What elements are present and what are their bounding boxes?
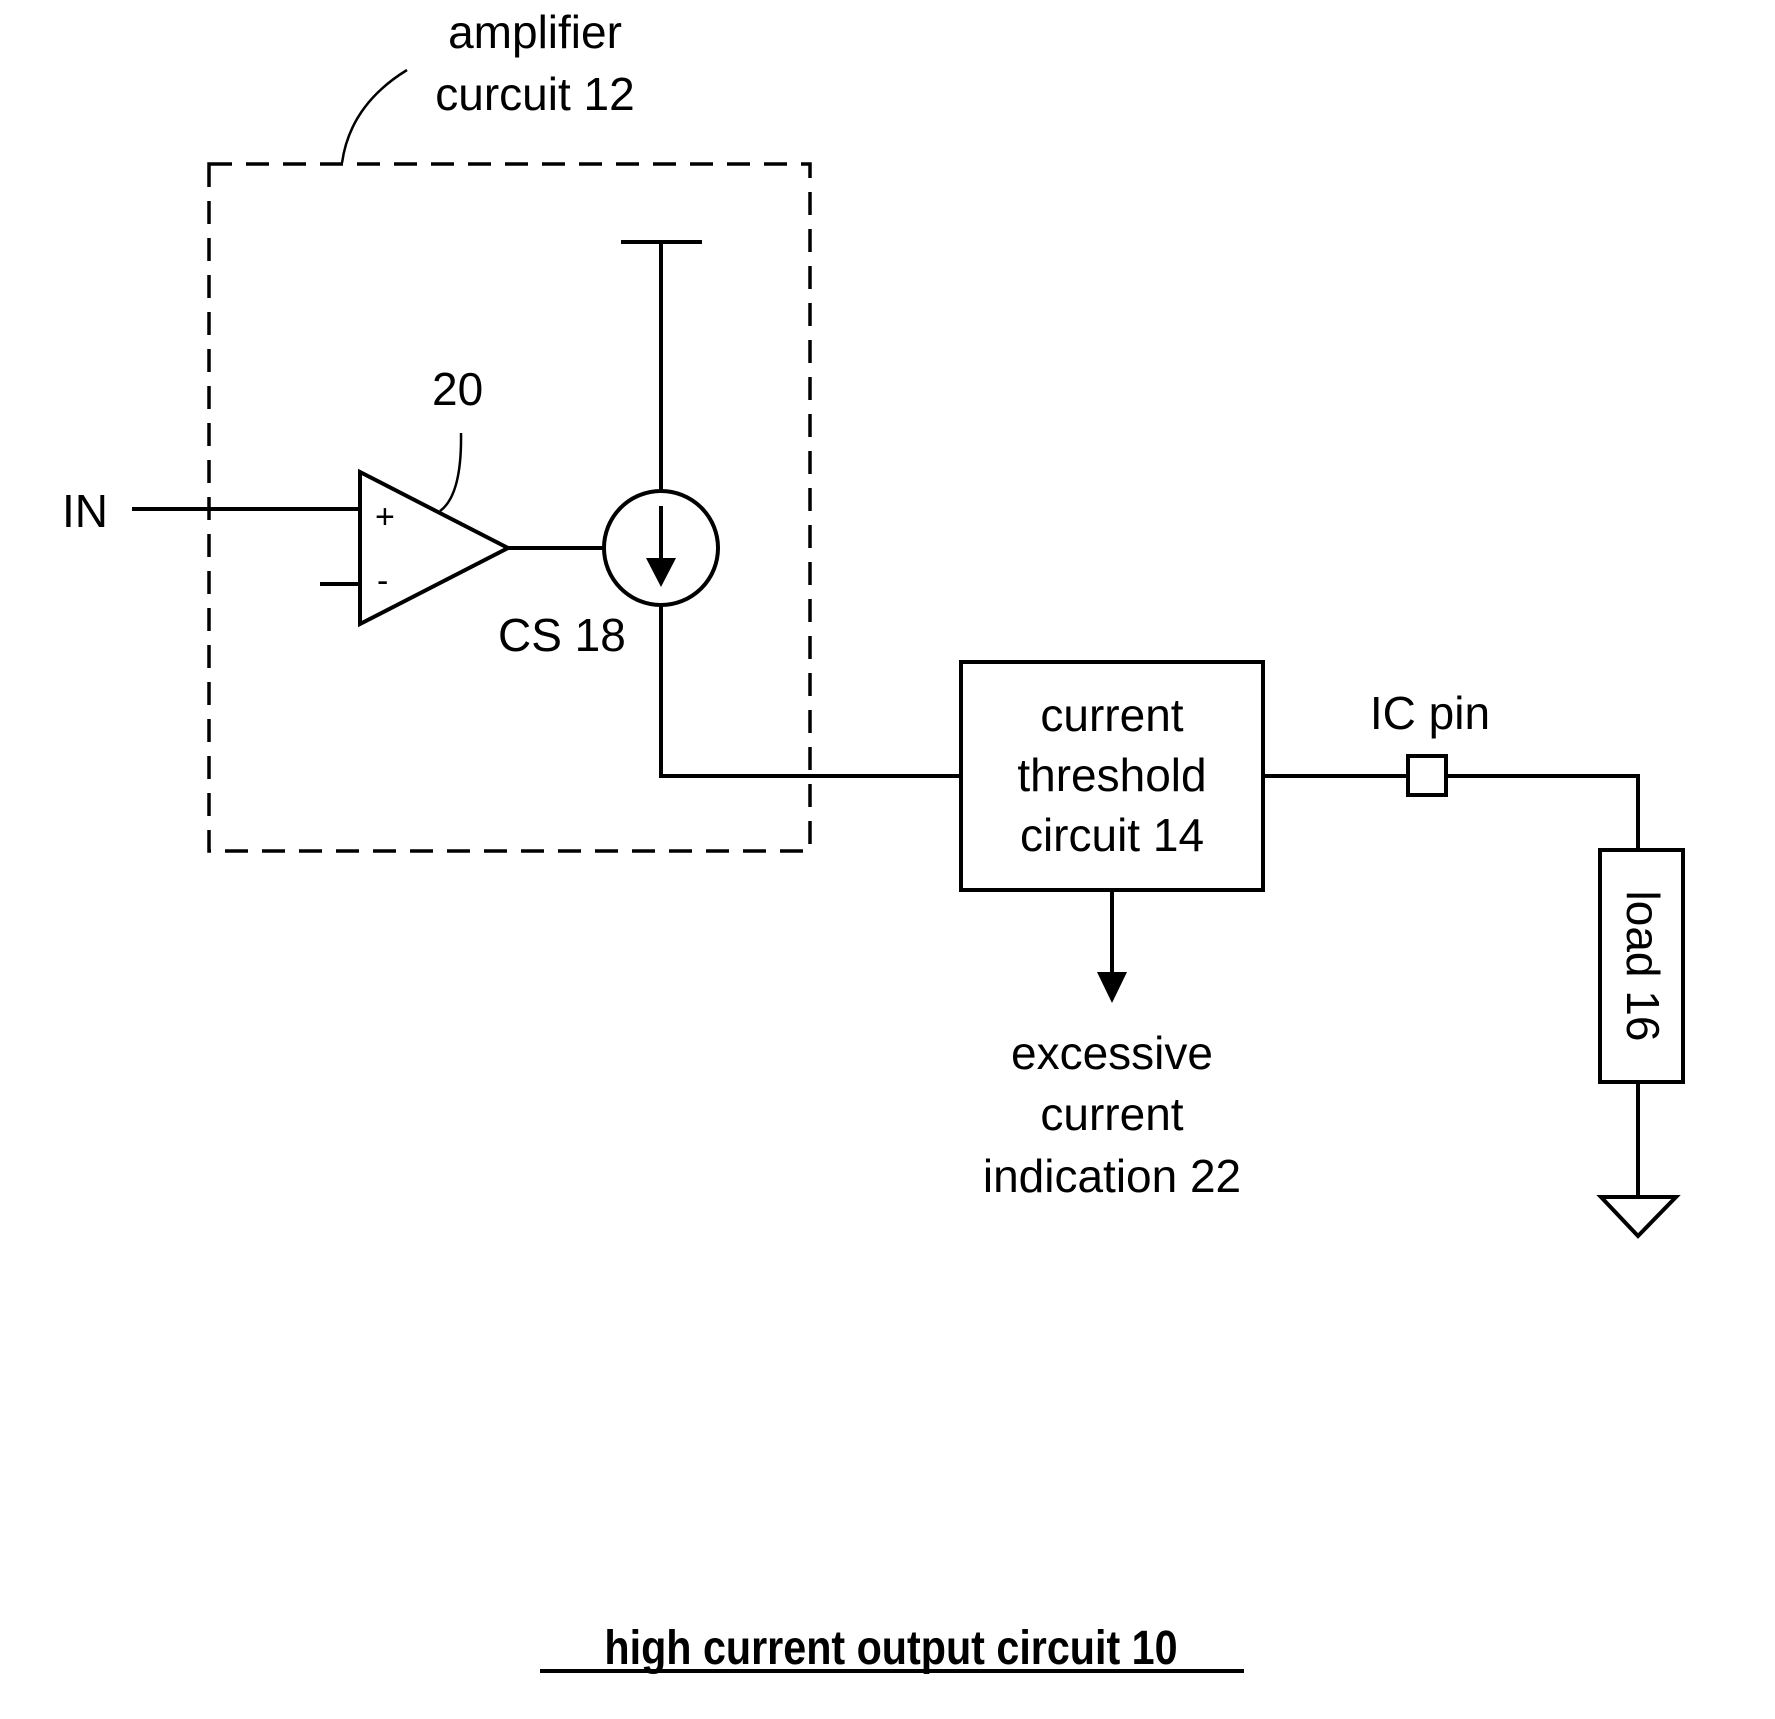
indication-label-line3: indication 22	[983, 1150, 1241, 1202]
op-amp-ref-label: 20	[432, 363, 483, 415]
ic-pin-label: IC pin	[1370, 687, 1490, 739]
op-amp-plus-sign: +	[375, 498, 395, 536]
op-amp-leader-line	[439, 432, 463, 513]
amplifier-label-line1: amplifier	[448, 6, 622, 58]
ic-pin-terminal	[1406, 754, 1448, 797]
load-label: load 16	[1617, 891, 1669, 1042]
pin-to-load-wire	[1444, 774, 1640, 852]
circuit-diagram: amplifier curcuit 12 IN + - 20 CS 18 cur…	[62, 6, 1685, 1675]
op-amp-minus-sign: -	[377, 562, 388, 600]
threshold-label-line3: circuit 14	[1020, 809, 1204, 861]
amplifier-label-line2: curcuit 12	[435, 68, 634, 120]
indication-arrow-head	[1097, 972, 1127, 1003]
threshold-label-line2: threshold	[1017, 749, 1206, 801]
indication-label-line1: excessive	[1011, 1027, 1213, 1079]
op-amp-symbol	[358, 468, 513, 628]
figure-title: high current output circuit 10	[604, 1621, 1177, 1675]
threshold-label-line1: current	[1040, 689, 1183, 741]
input-label: IN	[62, 485, 108, 537]
current-source-arrow-head	[646, 558, 676, 587]
amplifier-leader-line	[340, 68, 408, 164]
ground-icon	[1596, 1195, 1681, 1239]
indication-label-line2: current	[1040, 1088, 1183, 1140]
current-source-label: CS 18	[498, 609, 626, 661]
